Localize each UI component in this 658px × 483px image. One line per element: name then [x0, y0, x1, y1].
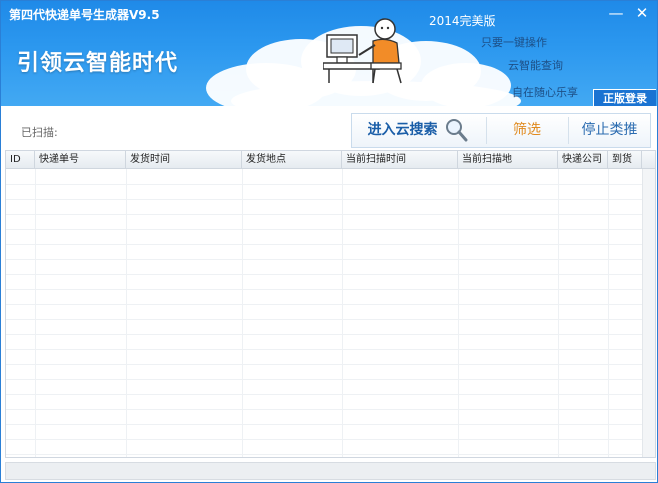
- grid-row-line: [6, 244, 655, 245]
- col-scan-time[interactable]: 当前扫描时间: [342, 151, 458, 168]
- feature-enjoy: 自在随心乐享: [512, 86, 578, 99]
- filter-button[interactable]: 筛选: [487, 114, 567, 147]
- grid-row-line: [6, 454, 655, 455]
- col-ship-location[interactable]: 发货地点: [242, 151, 342, 168]
- grid-row-line: [6, 289, 655, 290]
- grid-row-line: [6, 184, 655, 185]
- window-title: 第四代快递单号生成器V9.5: [9, 8, 160, 22]
- col-scan-location[interactable]: 当前扫描地: [458, 151, 558, 168]
- col-arrived[interactable]: 到货: [608, 151, 642, 168]
- toolbar: 进入云搜索 筛选 停止类推: [351, 113, 651, 148]
- grid-row-line: [6, 439, 655, 440]
- banner-slogan: 引领云智能时代: [17, 51, 179, 76]
- grid-row-line: [6, 409, 655, 410]
- grid-row-line: [6, 379, 655, 380]
- grid-row-line: [6, 349, 655, 350]
- grid-row-line: [6, 214, 655, 215]
- stop-inference-button[interactable]: 停止类推: [569, 114, 650, 147]
- banner: 第四代快递单号生成器V9.5 — ✕ 引领云智能时代 2014完美版 只要一键操…: [1, 1, 657, 106]
- waybill-table[interactable]: ID 快递单号 发货时间 发货地点 当前扫描时间 当前扫描地 快递公司 到货: [5, 150, 656, 458]
- grid-row-line: [6, 199, 655, 200]
- table-header: ID 快递单号 发货时间 发货地点 当前扫描时间 当前扫描地 快递公司 到货: [6, 151, 655, 169]
- grid-row-line: [6, 424, 655, 425]
- close-button[interactable]: ✕: [631, 3, 653, 23]
- minimize-button[interactable]: —: [605, 3, 627, 23]
- app-window: 第四代快递单号生成器V9.5 — ✕ 引领云智能时代 2014完美版 只要一键操…: [0, 0, 658, 483]
- grid-row-line: [6, 364, 655, 365]
- magnifier-icon: [446, 119, 468, 142]
- col-courier[interactable]: 快递公司: [558, 151, 608, 168]
- col-tracking-number[interactable]: 快递单号: [35, 151, 126, 168]
- grid-row-line: [6, 394, 655, 395]
- feature-one-click: 只要一键操作: [481, 36, 547, 49]
- grid-row-line: [6, 319, 655, 320]
- col-id[interactable]: ID: [6, 151, 35, 168]
- scanned-count-label: 已扫描:: [21, 126, 58, 139]
- grid-row-line: [6, 304, 655, 305]
- status-bar: [5, 462, 656, 480]
- table-body: [6, 169, 655, 457]
- cloud-search-button[interactable]: 进入云搜索: [352, 114, 484, 147]
- grid-row-line: [6, 274, 655, 275]
- vertical-scrollbar[interactable]: [642, 169, 655, 457]
- feature-cloud-query: 云智能查询: [508, 59, 563, 72]
- grid-row-line: [6, 259, 655, 260]
- mascot-illustration: [323, 18, 402, 84]
- grid-row-line: [6, 334, 655, 335]
- col-ship-time[interactable]: 发货时间: [126, 151, 242, 168]
- genuine-login-button[interactable]: 正版登录: [593, 89, 656, 106]
- grid-row-line: [6, 229, 655, 230]
- edition-label: 2014完美版: [429, 14, 496, 28]
- cloud-search-label: 进入云搜索: [367, 122, 438, 138]
